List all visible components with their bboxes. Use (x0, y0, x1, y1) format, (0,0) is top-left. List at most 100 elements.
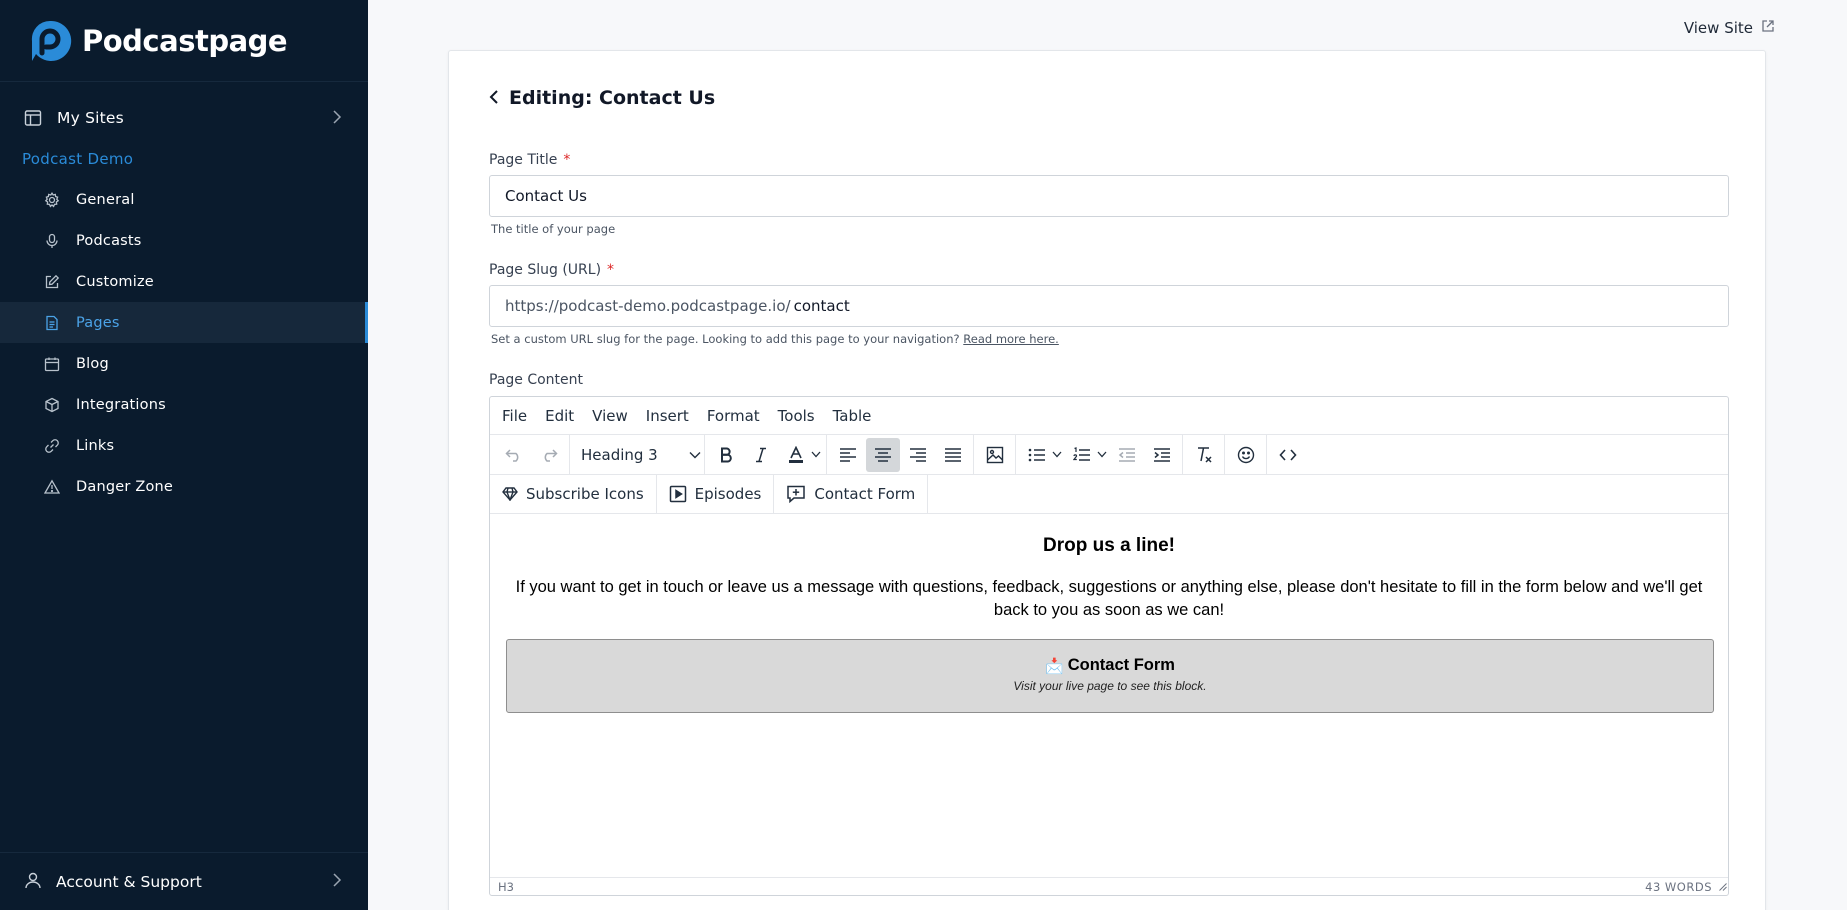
italic-button[interactable] (744, 438, 778, 472)
menu-insert[interactable]: Insert (646, 407, 689, 425)
view-site-link[interactable]: View Site (1684, 19, 1775, 37)
menu-tools[interactable]: Tools (778, 407, 815, 425)
required-marker: * (607, 262, 615, 278)
element-path[interactable]: H3 (498, 880, 514, 894)
block-format-select[interactable]: Heading 3 (573, 438, 701, 472)
text-color-button[interactable] (779, 438, 813, 472)
page-icon (42, 313, 62, 333)
rich-text-editor: File Edit View Insert Format Tools Table… (489, 396, 1729, 896)
outdent-icon (1118, 447, 1135, 462)
cube-icon (42, 395, 62, 415)
sidebar-item-label: Podcasts (76, 232, 142, 249)
align-left-button[interactable] (831, 438, 865, 472)
chevron-down-icon[interactable] (1095, 451, 1109, 458)
sidebar-item-customize[interactable]: Customize (0, 261, 368, 302)
content-paragraph[interactable]: If you want to get in touch or leave us … (512, 576, 1706, 622)
bullet-list-button[interactable] (1020, 438, 1054, 472)
podcastpage-logo-icon (28, 19, 72, 63)
outdent-button[interactable] (1110, 438, 1144, 472)
chevron-right-icon (332, 109, 342, 128)
word-count[interactable]: 43 WORDS (1645, 880, 1712, 894)
menu-format[interactable]: Format (707, 407, 760, 425)
source-code-button[interactable] (1271, 438, 1305, 472)
sidebar-item-podcasts[interactable]: Podcasts (0, 220, 368, 261)
redo-button[interactable] (532, 438, 566, 472)
link-icon (42, 436, 62, 456)
layout-icon (23, 108, 43, 128)
menu-table[interactable]: Table (833, 407, 872, 425)
numbered-list-split-button[interactable] (1064, 438, 1109, 472)
align-justify-button[interactable] (936, 438, 970, 472)
contact-form-button[interactable]: Contact Form (774, 474, 929, 514)
block-format-value: Heading 3 (581, 445, 658, 464)
sidebar-item-blog[interactable]: Blog (0, 343, 368, 384)
contact-form-block[interactable]: 📩 Contact Form Visit your live page to s… (506, 639, 1714, 713)
play-square-icon (669, 485, 686, 503)
sidebar-item-label: Danger Zone (76, 478, 174, 495)
chevron-down-icon[interactable] (1050, 451, 1064, 458)
sidebar-section-title[interactable]: Podcast Demo (0, 139, 368, 179)
back-button[interactable]: Editing: Contact Us (489, 87, 715, 109)
indent-button[interactable] (1145, 438, 1179, 472)
custom-blocks-toolbar: Subscribe Icons Episodes Contact Form (490, 474, 1728, 514)
menu-view[interactable]: View (592, 407, 628, 425)
clear-formatting-button[interactable] (1187, 438, 1221, 472)
contact-form-block-title-text: Contact Form (1067, 656, 1175, 674)
page-editor-card: Editing: Contact Us Page Title * Contact … (448, 50, 1766, 910)
redo-icon (544, 448, 558, 462)
italic-icon (755, 447, 766, 462)
align-left-icon (839, 447, 856, 462)
chevron-down-icon[interactable] (809, 451, 823, 458)
insert-image-button[interactable] (978, 438, 1012, 472)
sidebar-item-label: General (76, 191, 135, 208)
align-right-button[interactable] (901, 438, 935, 472)
gear-icon (42, 190, 62, 210)
sidebar-item-danger-zone[interactable]: Danger Zone (0, 466, 368, 507)
numbered-list-button[interactable] (1065, 438, 1099, 472)
menu-edit[interactable]: Edit (545, 407, 574, 425)
bold-button[interactable] (709, 438, 743, 472)
read-more-link[interactable]: Read more here. (963, 332, 1059, 346)
numbered-list-icon (1072, 446, 1090, 461)
content-heading[interactable]: Drop us a line! (490, 535, 1728, 557)
bullet-list-icon (1028, 448, 1045, 461)
logo[interactable]: Podcastpage (0, 0, 368, 82)
episodes-button[interactable]: Episodes (657, 474, 775, 514)
sidebar-item-integrations[interactable]: Integrations (0, 384, 368, 425)
calendar-icon (42, 354, 62, 374)
sidebar-item-general[interactable]: General (0, 179, 368, 220)
sidebar-item-label: Integrations (76, 396, 166, 413)
undo-button[interactable] (497, 438, 531, 472)
resize-handle-icon[interactable] (1719, 880, 1727, 894)
sidebar-item-label: Customize (76, 273, 154, 290)
sidebar-my-sites-label: My Sites (57, 109, 124, 127)
toolbar-separator (826, 434, 827, 475)
toolbar-separator (704, 434, 705, 475)
sidebar-account-support[interactable]: Account & Support (0, 852, 368, 910)
contact-form-block-title: 📩 Contact Form (507, 656, 1713, 675)
align-justify-icon (944, 447, 961, 462)
subscribe-icons-button[interactable]: Subscribe Icons (490, 474, 657, 514)
page-title-label-text: Page Title (489, 152, 558, 168)
brand-name: Podcastpage (82, 23, 288, 58)
envelope-icon: 📩 (1045, 657, 1064, 675)
page-slug-input[interactable]: https://podcast-demo.podcastpage.io/ con… (489, 285, 1729, 327)
bold-icon (720, 447, 732, 462)
episodes-label: Episodes (694, 485, 762, 503)
align-center-button[interactable] (865, 437, 900, 472)
text-color-split-button[interactable] (778, 438, 823, 472)
sidebar-item-label: Pages (76, 314, 120, 331)
page-title-input[interactable]: Contact Us (489, 175, 1729, 217)
menu-file[interactable]: File (502, 407, 527, 425)
editor-toolbar: Heading 3 (490, 434, 1728, 475)
emoji-button[interactable] (1229, 438, 1263, 472)
editor-content-area[interactable]: Drop us a line! If you want to get in to… (490, 514, 1728, 874)
page-title-help: The title of your page (491, 222, 616, 236)
sidebar-item-links[interactable]: Links (0, 425, 368, 466)
sidebar-my-sites[interactable]: My Sites (0, 97, 368, 139)
sidebar-item-pages[interactable]: Pages (0, 302, 368, 343)
bullet-list-split-button[interactable] (1019, 438, 1064, 472)
sidebar-account-label: Account & Support (56, 872, 202, 891)
toolbar-separator (1224, 434, 1225, 475)
contact-form-label: Contact Form (814, 485, 916, 503)
